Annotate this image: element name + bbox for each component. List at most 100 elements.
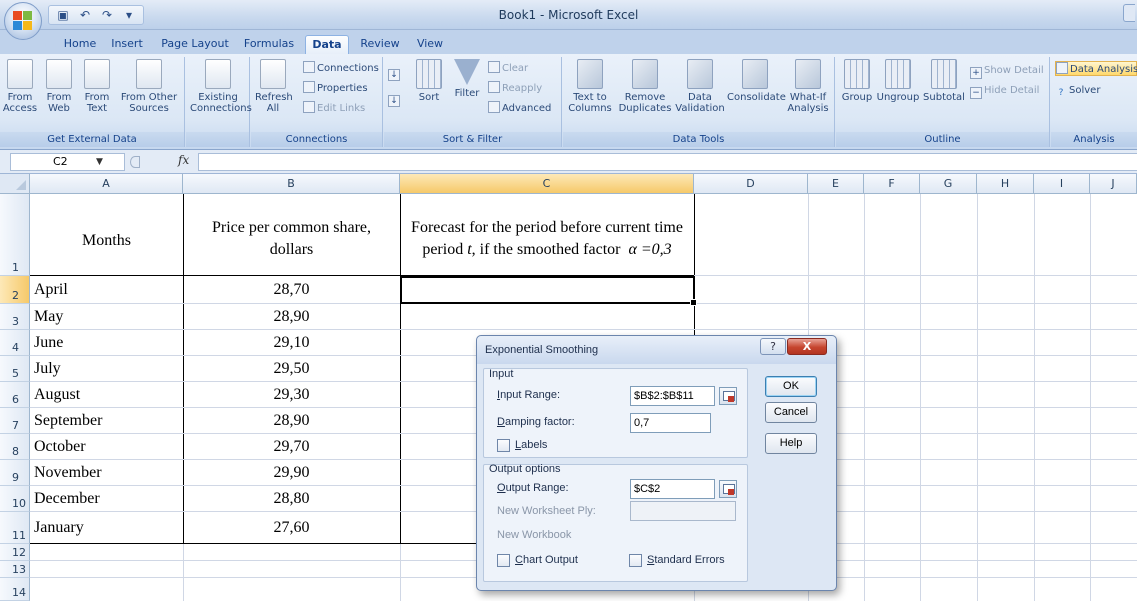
select-all-button[interactable] [0,174,30,194]
hide-detail-button[interactable]: − Hide Detail [970,83,1039,99]
row-header-4[interactable]: 4 [0,330,30,356]
sort-button[interactable]: Sort [412,59,446,103]
tab-view[interactable]: View [410,35,450,54]
cell-b9[interactable]: 29,90 [183,464,400,482]
refresh-all-button[interactable]: Refresh All [255,59,293,114]
solver-button[interactable]: ? Solver [1055,83,1101,98]
insert-function-icon[interactable]: fx [178,153,189,167]
cell-b5[interactable]: 29,50 [183,360,400,378]
row-header-1[interactable]: 1 [0,194,30,276]
name-box[interactable]: C2 [10,153,125,171]
reapply-button[interactable]: Reapply [488,81,542,96]
cell-b10[interactable]: 28,80 [183,490,400,508]
from-access-button[interactable]: From Access [2,59,38,114]
sort-descending-button[interactable]: ↓ [388,91,402,107]
new-worksheet-ply-field[interactable] [630,501,736,521]
connections-button[interactable]: Connections [303,61,379,76]
cell-b11[interactable]: 27,60 [183,519,400,537]
row-header-6[interactable]: 6 [0,382,30,408]
row-header-2[interactable]: 2 [0,276,30,304]
subtotal-button[interactable]: Subtotal [922,59,966,103]
cell-a6[interactable]: August [34,386,80,404]
cell-a3[interactable]: May [34,308,63,326]
cell-a11[interactable]: January [34,519,84,537]
ungroup-button[interactable]: Ungroup [876,59,920,103]
office-button[interactable] [4,2,42,40]
name-box-dropdown-icon[interactable]: ▼ [96,153,103,171]
ok-button[interactable]: OK [765,376,817,397]
standard-errors-checkbox[interactable] [629,554,642,567]
cancel-button[interactable]: Cancel [765,402,817,423]
row-header-14[interactable]: 14 [0,578,30,601]
filter-button[interactable]: Filter [450,59,484,99]
minimize-button[interactable] [1123,4,1135,22]
column-header-h[interactable]: H [977,174,1034,194]
dialog-title-bar[interactable]: Exponential Smoothing ? X [477,336,836,364]
cell-b7[interactable]: 28,90 [183,412,400,430]
text-to-columns-button[interactable]: Text to Columns [565,59,615,114]
row-header-13[interactable]: 13 [0,561,30,578]
remove-duplicates-button[interactable]: Remove Duplicates [617,59,673,114]
column-header-d[interactable]: D [694,174,808,194]
column-header-a[interactable]: A [30,174,183,194]
cell-a4[interactable]: June [34,334,63,352]
tab-data[interactable]: Data [305,35,349,54]
chart-output-checkbox[interactable] [497,554,510,567]
row-header-10[interactable]: 10 [0,486,30,512]
column-header-f[interactable]: F [864,174,920,194]
cell-b4[interactable]: 29,10 [183,334,400,352]
row-header-5[interactable]: 5 [0,356,30,382]
dialog-close-icon[interactable]: X [787,338,827,355]
cell-a7[interactable]: September [34,412,102,430]
tab-home[interactable]: Home [58,35,102,54]
input-range-collapse-icon[interactable] [719,387,737,405]
labels-checkbox[interactable] [497,439,510,452]
output-range-field[interactable]: $C$2 [630,479,715,499]
sort-ascending-button[interactable]: ↓ [388,65,402,81]
data-validation-button[interactable]: Data Validation [675,59,725,114]
row-header-12[interactable]: 12 [0,544,30,561]
column-header-i[interactable]: I [1034,174,1090,194]
output-range-collapse-icon[interactable] [719,480,737,498]
tab-insert[interactable]: Insert [105,35,149,54]
edit-links-button[interactable]: Edit Links [303,101,365,116]
tab-page-layout[interactable]: Page Layout [159,35,231,54]
input-range-field[interactable]: $B$2:$B$11 [630,386,715,406]
row-header-7[interactable]: 7 [0,408,30,434]
what-if-analysis-button[interactable]: What-If Analysis [785,59,831,114]
column-header-j[interactable]: J [1090,174,1137,194]
cell-a8[interactable]: October [34,438,86,456]
row-header-11[interactable]: 11 [0,512,30,544]
group-button[interactable]: Group [840,59,874,103]
clear-button[interactable]: Clear [488,61,528,76]
help-button[interactable]: Help [765,433,817,454]
column-header-e[interactable]: E [808,174,864,194]
column-header-g[interactable]: G [920,174,977,194]
from-other-sources-button[interactable]: From Other Sources [118,59,180,114]
consolidate-button[interactable]: Consolidate [727,59,786,103]
show-detail-button[interactable]: + Show Detail [970,63,1044,79]
cell-b2[interactable]: 28,70 [183,281,400,299]
cell-b6[interactable]: 29,30 [183,386,400,404]
cell-a1[interactable]: Months [30,230,183,252]
active-cell-c2[interactable] [400,276,697,306]
data-analysis-button[interactable]: Data Analysis [1055,61,1137,76]
from-text-button[interactable]: From Text [80,59,114,114]
from-web-button[interactable]: From Web [42,59,76,114]
cell-a10[interactable]: December [34,490,100,508]
dialog-help-icon[interactable]: ? [760,338,786,355]
cell-c1[interactable]: Forecast for the period before current t… [400,217,694,261]
row-header-3[interactable]: 3 [0,304,30,330]
cell-a5[interactable]: July [34,360,61,378]
row-header-8[interactable]: 8 [0,434,30,460]
existing-connections-button[interactable]: Existing Connections [190,59,252,114]
formula-input[interactable] [198,153,1137,171]
cell-b8[interactable]: 29,70 [183,438,400,456]
row-header-9[interactable]: 9 [0,460,30,486]
column-header-b[interactable]: B [183,174,400,194]
cell-a9[interactable]: November [34,464,102,482]
cell-b1[interactable]: Price per common share, dollars [183,217,400,261]
column-header-c[interactable]: C [400,174,694,194]
tab-review[interactable]: Review [355,35,405,54]
damping-factor-field[interactable]: 0,7 [630,413,711,433]
